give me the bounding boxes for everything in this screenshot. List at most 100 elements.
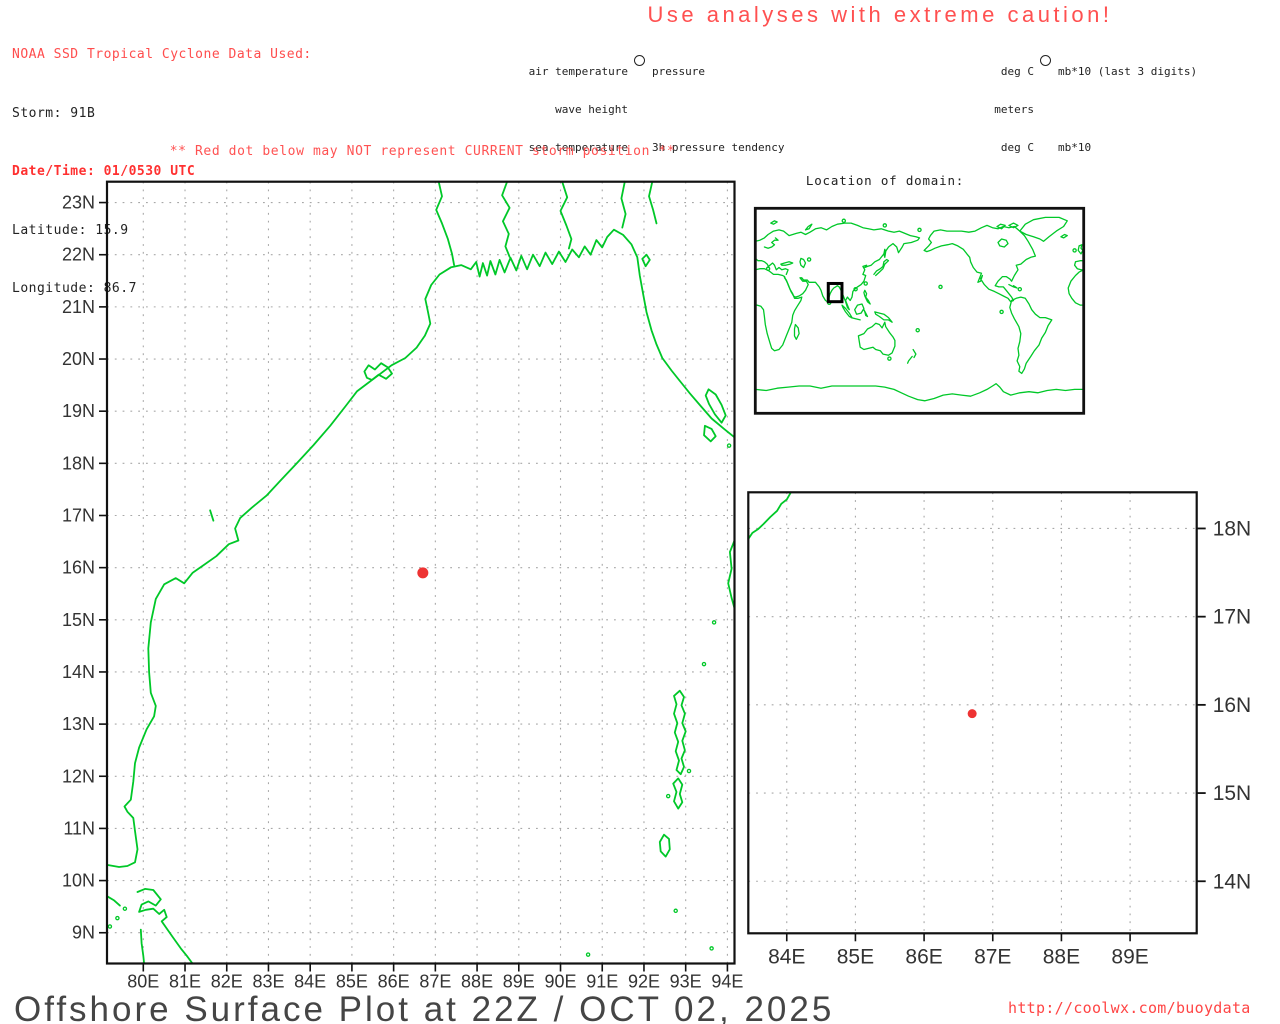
lat-tick-label: 17N xyxy=(62,505,95,525)
map-border xyxy=(753,206,1086,415)
station-legend-right-column: pressure 3h pressure tendency xyxy=(652,40,784,181)
coastline xyxy=(704,388,727,424)
lon-tick-label: 85E xyxy=(336,972,368,992)
island-mark xyxy=(701,661,707,667)
coastline xyxy=(559,180,573,250)
coastline xyxy=(1067,269,1085,306)
coastline xyxy=(754,257,789,276)
plot-title: Offshore Surface Plot at 22Z / OCT 02, 2… xyxy=(14,990,835,1024)
lon-tick-label: 81E xyxy=(169,972,201,992)
island-mark xyxy=(863,281,868,286)
island-mark xyxy=(1072,248,1077,253)
coastline xyxy=(770,220,778,225)
lat-tick-label: 20N xyxy=(62,349,95,369)
legend-pressure-label: pressure xyxy=(652,64,705,78)
lon-tick-label: 87E xyxy=(974,945,1011,968)
station-units-left-column: deg C meters deg C xyxy=(940,40,1034,181)
island-mark xyxy=(887,356,892,361)
coastline xyxy=(793,323,800,340)
legend-wave-height-label: wave height xyxy=(555,102,628,116)
coastline xyxy=(435,180,456,266)
island-mark xyxy=(107,924,113,929)
island-mark xyxy=(882,223,888,228)
island-mark xyxy=(806,257,812,262)
coastline xyxy=(754,222,921,311)
lon-tick-label: 90E xyxy=(545,972,577,992)
station-model-circle-icon xyxy=(634,55,645,66)
coastline xyxy=(620,180,627,229)
lat-tick-label: 18N xyxy=(62,453,95,473)
coastline xyxy=(997,238,1009,248)
unit-pressure-label: mb*10 (last 3 digits) xyxy=(1058,64,1198,78)
island-mark xyxy=(1017,286,1023,292)
lon-tick-label: 91E xyxy=(586,972,618,992)
station-legend-labels: air temperature wave height sea temperat… xyxy=(440,40,800,154)
station-legend-left-column: air temperature wave height sea temperat… xyxy=(440,40,628,181)
world-inset-map xyxy=(753,206,1086,415)
legend-air-temperature-label: air temperature xyxy=(528,64,628,78)
lon-tick-label: 86E xyxy=(378,972,410,992)
coastline xyxy=(641,253,651,268)
lat-tick-label: 14N xyxy=(1213,870,1252,893)
main-map: 80E 81E 82E 83E 84E 85E 86E 87E 88E 89E 90E 91E 92E 9… xyxy=(62,180,743,992)
lon-tick-label: 84E xyxy=(294,972,326,992)
coastline xyxy=(754,268,803,352)
noaa-source-line: NOAA SSD Tropical Cyclone Data Used: xyxy=(12,47,312,62)
coastline xyxy=(906,355,913,364)
buoy-plot-page: NOAA SSD Tropical Cyclone Data Used: Sto… xyxy=(0,0,1280,1024)
station-units-right-column: mb*10 (last 3 digits) mb*10 xyxy=(1058,40,1197,181)
coastline xyxy=(754,383,1085,402)
lon-tick-label: 89E xyxy=(1111,945,1148,968)
coastline xyxy=(857,321,896,356)
coastline xyxy=(1009,296,1053,375)
station-model-circle-icon xyxy=(1040,55,1051,66)
coastline xyxy=(136,888,194,965)
lat-tick-label: 22N xyxy=(62,245,95,265)
lon-tick-label: 85E xyxy=(837,945,874,968)
coastline xyxy=(863,289,871,305)
unit-sea-temperature-label: deg C xyxy=(1000,141,1034,155)
coastline xyxy=(703,424,717,443)
lat-tick-label: 13N xyxy=(62,714,95,734)
coastline xyxy=(747,491,792,540)
island-mark xyxy=(915,327,920,333)
lon-tick-label: 87E xyxy=(419,972,451,992)
lon-tick-label: 92E xyxy=(628,972,660,992)
lat-tick-label: 11N xyxy=(63,818,95,838)
coastline xyxy=(648,180,658,225)
lat-tick-label: 21N xyxy=(62,297,95,317)
coastline xyxy=(658,833,671,858)
lon-tick-label: 86E xyxy=(905,945,942,968)
island-mark xyxy=(665,793,671,799)
lon-tick-label: 84E xyxy=(768,945,805,968)
coastline xyxy=(363,362,393,381)
unit-wave-height-label: meters xyxy=(994,102,1034,116)
coastline xyxy=(873,258,890,277)
coastline xyxy=(763,237,779,249)
lon-tick-label: 94E xyxy=(711,972,743,992)
coastline xyxy=(209,509,215,522)
island-mark xyxy=(709,946,714,951)
lat-tick-label: 16N xyxy=(62,558,95,578)
source-url-link[interactable]: http://coolwx.com/buoydata xyxy=(1008,999,1251,1017)
lon-tick-label: 88E xyxy=(1043,945,1080,968)
lat-tick-label: 9N xyxy=(72,923,95,943)
island-mark xyxy=(938,284,943,290)
storm-position-dot xyxy=(417,567,429,579)
lon-tick-label: 89E xyxy=(503,972,535,992)
lon-tick-label: 83E xyxy=(252,972,284,992)
coastline xyxy=(1008,283,1018,289)
storm-position-dot xyxy=(967,709,977,719)
storm-id-line: Storm: 91B xyxy=(12,105,96,121)
zoomed-storm-map: 84E 85E 86E 87E 88E 89E 14N 15N 16N 17N 18N xyxy=(747,491,1252,968)
coastline xyxy=(883,248,887,258)
lon-tick-label: 88E xyxy=(461,972,493,992)
island-mark xyxy=(765,266,771,271)
station-legend-units: deg C meters deg C mb*10 (last 3 digits)… xyxy=(940,40,1280,154)
coastline xyxy=(863,309,869,318)
lat-tick-label: 19N xyxy=(62,401,95,421)
coastline xyxy=(780,261,794,266)
island-mark xyxy=(686,768,692,774)
lon-tick-label: 80E xyxy=(127,972,159,992)
lat-tick-label: 18N xyxy=(1213,517,1252,540)
